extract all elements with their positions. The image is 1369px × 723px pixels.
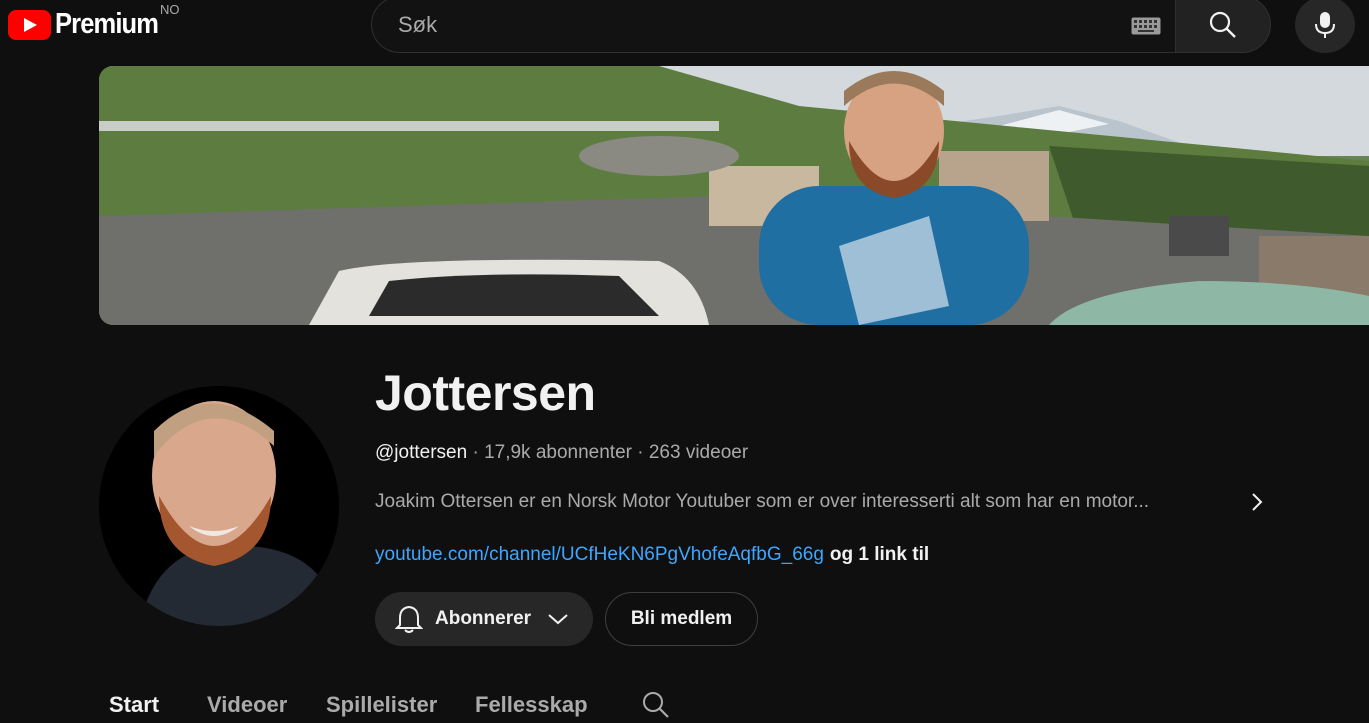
youtube-premium-logo[interactable]: Premium: [8, 8, 172, 41]
join-button[interactable]: Bli medlem: [605, 592, 758, 646]
meta-separator: ·: [637, 442, 644, 463]
channel-avatar[interactable]: [99, 386, 339, 626]
subscribed-button[interactable]: Abonnerer: [375, 592, 593, 646]
banner-image: [99, 66, 1369, 325]
voice-search-button[interactable]: [1295, 0, 1355, 53]
channel-meta: @jottersen · 17,9k abonnenter · 263 vide…: [375, 442, 748, 464]
meta-separator: ·: [472, 442, 479, 463]
channel-handle: @jottersen: [375, 442, 468, 463]
keyboard-icon[interactable]: [1131, 17, 1161, 35]
tab-start[interactable]: Start: [109, 692, 159, 718]
more-links[interactable]: og 1 link til: [830, 544, 929, 565]
search-box[interactable]: [371, 0, 1175, 53]
channel-name: Jottersen: [375, 365, 596, 421]
bell-icon: [395, 605, 423, 633]
country-code: NO: [160, 2, 180, 17]
channel-search-icon[interactable]: [641, 690, 671, 720]
tab-community[interactable]: Fellesskap: [475, 692, 588, 718]
chevron-right-icon[interactable]: [1246, 490, 1268, 514]
channel-links: youtube.com/channel/UCfHeKN6PgVhofeAqfbG…: [375, 544, 929, 566]
search-input[interactable]: [396, 9, 1100, 41]
channel-description[interactable]: Joakim Ottersen er en Norsk Motor Youtub…: [375, 491, 1149, 513]
channel-link[interactable]: youtube.com/channel/UCfHeKN6PgVhofeAqfbG…: [375, 544, 824, 565]
microphone-icon: [1315, 11, 1335, 38]
youtube-logo-icon: [8, 9, 51, 40]
chevron-down-icon: [548, 614, 568, 625]
video-count: 263 videoer: [648, 442, 749, 463]
tab-videos[interactable]: Videoer: [207, 692, 287, 718]
search-button[interactable]: [1175, 0, 1271, 53]
tab-playlists[interactable]: Spillelister: [326, 692, 437, 718]
channel-banner: [99, 66, 1369, 325]
logo-text: Premium: [55, 8, 159, 40]
avatar-image: [99, 386, 339, 626]
search-icon: [1209, 11, 1236, 38]
subscriber-count: 17,9k abonnenter: [484, 442, 632, 463]
subscribed-label: Abonnerer: [435, 608, 532, 629]
